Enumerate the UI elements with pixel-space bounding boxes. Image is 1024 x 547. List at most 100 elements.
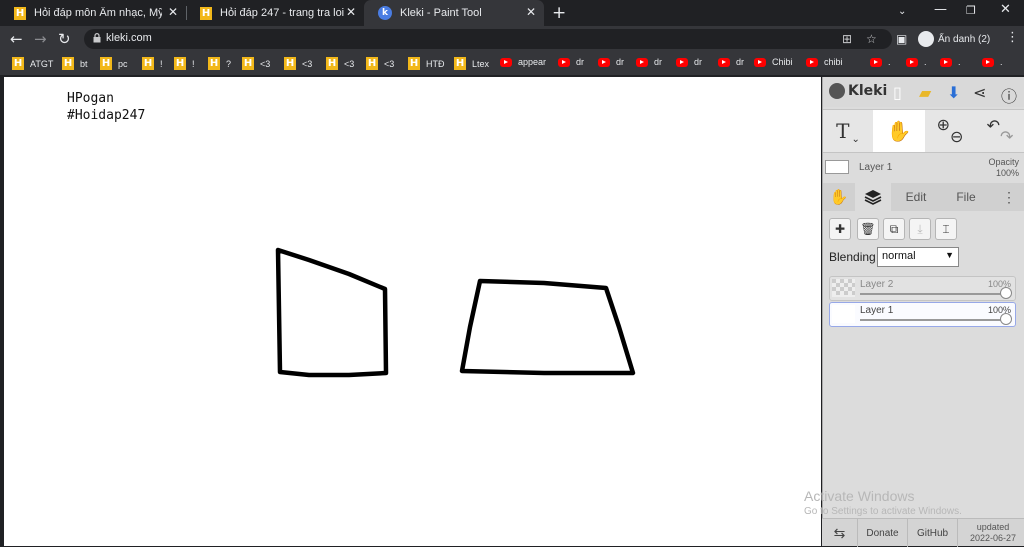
bookmark-star-icon[interactable]: ☆ bbox=[866, 32, 877, 46]
blending-select[interactable]: normal ▼ bbox=[877, 247, 959, 267]
layer-opacity-slider[interactable] bbox=[860, 319, 1008, 321]
close-icon[interactable]: ✕ bbox=[526, 5, 536, 19]
youtube-icon bbox=[636, 57, 648, 67]
new-tab-icon[interactable]: + bbox=[552, 3, 566, 23]
close-icon[interactable]: ✕ bbox=[346, 5, 356, 19]
zoom-in-icon[interactable]: ⊕ bbox=[937, 115, 950, 134]
bookmark-item[interactable]: H <3 bbox=[326, 57, 354, 70]
swap-sides-icon[interactable]: ⇆ bbox=[822, 519, 858, 547]
bookmark-item[interactable]: H! bbox=[142, 57, 163, 70]
bookmark-label: Ltex bbox=[472, 58, 490, 69]
tab-edit[interactable]: Edit bbox=[891, 183, 941, 211]
bookmark-item[interactable]: dr bbox=[558, 57, 584, 67]
bookmark-item[interactable]: H <3 bbox=[284, 57, 312, 70]
delete-layer-button[interactable]: 🗑 bbox=[857, 218, 879, 240]
chevron-down-icon: ⌄ bbox=[851, 133, 860, 145]
bookmark-item[interactable]: H ATGT bbox=[12, 57, 53, 70]
bookmark-item[interactable]: Hbt bbox=[62, 57, 88, 70]
bookmark-item[interactable]: H <3 bbox=[366, 57, 394, 70]
duplicate-layer-button[interactable]: ⧉ bbox=[883, 218, 905, 240]
bookmark-item[interactable]: chibi bbox=[806, 57, 843, 67]
bookmark-item[interactable]: . bbox=[982, 57, 1003, 67]
profile-label: Ẩn danh (2) bbox=[938, 33, 991, 45]
sidebar-tabs: ✋ Edit File ⋮ bbox=[823, 183, 1024, 211]
side-panel-icon[interactable]: ▣ bbox=[896, 32, 907, 46]
tab-hoidap-247[interactable]: H Hỏi đáp 247 - trang tra loi ✕ bbox=[186, 0, 364, 26]
bookmark-item[interactable]: appear bbox=[500, 57, 546, 67]
minimize-icon[interactable]: — bbox=[934, 2, 947, 17]
bookmark-item[interactable]: dr bbox=[598, 57, 624, 67]
donate-button[interactable]: Donate bbox=[858, 519, 908, 547]
back-arrow-icon[interactable]: ← bbox=[10, 30, 23, 48]
youtube-icon bbox=[500, 57, 512, 67]
tab-search-chevron-icon[interactable]: ⌄ bbox=[898, 6, 906, 17]
bookmark-item[interactable]: H Ltex bbox=[454, 57, 489, 70]
hoidap-icon: H bbox=[100, 57, 112, 70]
layer-item-layer-2[interactable]: Layer 2 100% bbox=[829, 276, 1016, 301]
github-button[interactable]: GitHub bbox=[908, 519, 958, 547]
bookmark-item[interactable]: Hpc bbox=[100, 57, 128, 70]
tab-hand[interactable]: ✋ bbox=[823, 183, 855, 211]
bookmark-item[interactable]: . bbox=[870, 57, 891, 67]
bookmark-item[interactable]: dr bbox=[718, 57, 744, 67]
layer-opacity-knob[interactable] bbox=[1000, 287, 1012, 299]
merge-icon: ⤓ bbox=[917, 221, 923, 236]
bookmark-item[interactable]: dr bbox=[676, 57, 702, 67]
tab-hoidap-amnhac[interactable]: H Hỏi đáp môn Âm nhạc, Mỹ thuật ✕ bbox=[0, 0, 186, 26]
reload-icon[interactable]: ↻ bbox=[58, 30, 71, 48]
translate-icon[interactable]: ⊞ bbox=[842, 32, 852, 46]
zoom-controls[interactable]: ⊕ ⊖ bbox=[925, 110, 975, 152]
tab-layers[interactable] bbox=[855, 183, 891, 211]
close-icon[interactable]: ✕ bbox=[168, 5, 178, 19]
download-icon[interactable]: ⬇ bbox=[947, 83, 960, 102]
blending-value: normal bbox=[882, 250, 916, 262]
bookmark-label: ! bbox=[160, 58, 163, 69]
url-text[interactable]: kleki.com bbox=[106, 32, 152, 44]
zoom-out-icon[interactable]: ⊖ bbox=[950, 127, 963, 146]
bookmark-item[interactable]: H HTĐ bbox=[408, 57, 445, 70]
layer-item-layer-1[interactable]: Layer 1 100% bbox=[829, 302, 1016, 327]
bookmark-label: dr bbox=[654, 57, 663, 67]
bookmark-item[interactable]: H? bbox=[208, 57, 231, 70]
hand-tool[interactable]: ✋ bbox=[873, 110, 925, 152]
help-icon[interactable]: ⓘ bbox=[1001, 83, 1017, 107]
bookmark-label: dr bbox=[736, 57, 745, 67]
layer-opacity-slider[interactable] bbox=[860, 293, 1008, 295]
bookmark-label: . bbox=[888, 57, 891, 67]
menu-kebab-icon[interactable]: ⋮ bbox=[1006, 30, 1019, 45]
bookmark-label: <3 bbox=[260, 58, 271, 69]
rename-layer-button[interactable]: ⌶ bbox=[935, 218, 957, 240]
bookmark-label: ! bbox=[192, 58, 195, 69]
kleki-logo[interactable]: Kleki bbox=[829, 83, 887, 99]
new-image-icon[interactable]: ▯ bbox=[893, 83, 902, 102]
bookmark-item[interactable]: . bbox=[940, 57, 961, 67]
bookmark-label: dr bbox=[576, 57, 585, 67]
youtube-icon bbox=[906, 57, 918, 67]
more-kebab-icon[interactable]: ⋮ bbox=[997, 183, 1021, 211]
bookmark-item[interactable]: Chibi bbox=[754, 57, 793, 67]
incognito-profile-button[interactable]: Ẩn danh (2) bbox=[918, 29, 990, 49]
add-layer-button[interactable]: ✚ bbox=[829, 218, 851, 240]
forward-arrow-icon[interactable]: → bbox=[34, 30, 47, 48]
bookmark-item[interactable]: . bbox=[906, 57, 927, 67]
tab-kleki[interactable]: k Kleki - Paint Tool ✕ bbox=[364, 0, 544, 26]
share-icon[interactable]: ⋖ bbox=[973, 83, 986, 102]
undo-icon[interactable]: ↶ bbox=[987, 116, 1000, 135]
bookmark-item[interactable]: dr bbox=[636, 57, 662, 67]
restore-icon[interactable]: ❐ bbox=[966, 4, 976, 17]
merge-down-button[interactable]: ⤓ bbox=[909, 218, 931, 240]
open-folder-icon[interactable]: ▰ bbox=[919, 83, 931, 102]
color-swatch[interactable] bbox=[825, 160, 849, 174]
redo-icon[interactable]: ↷ bbox=[1000, 127, 1013, 146]
drawing-canvas[interactable]: HPogan #Hoidap247 bbox=[4, 77, 821, 546]
window-close-icon[interactable]: ✕ bbox=[1000, 2, 1011, 17]
bookmark-item[interactable]: H <3 bbox=[242, 57, 270, 70]
text-tool[interactable]: T ⌄ bbox=[823, 110, 873, 152]
layer-opacity-knob[interactable] bbox=[1000, 313, 1012, 325]
tab-file[interactable]: File bbox=[941, 183, 991, 211]
undo-redo-controls[interactable]: ↶ ↷ bbox=[975, 110, 1024, 152]
bookmark-item[interactable]: H! bbox=[174, 57, 195, 70]
omnibox[interactable]: kleki.com ⊞ ☆ bbox=[84, 29, 892, 49]
bookmark-label: . bbox=[924, 57, 927, 67]
hoidap-icon: H bbox=[326, 57, 338, 70]
